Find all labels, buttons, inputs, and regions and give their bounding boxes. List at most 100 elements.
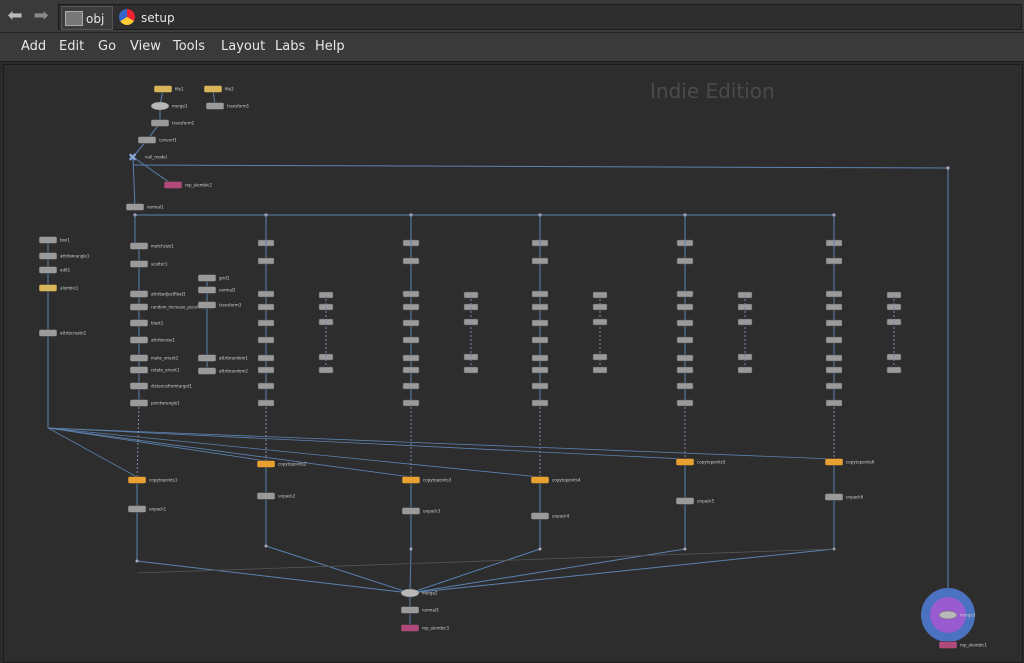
branch-node[interactable] (257, 303, 275, 311)
node-scatter1[interactable] (129, 260, 149, 268)
node-normal2[interactable] (197, 286, 217, 294)
node-attribwrangle1[interactable] (38, 252, 58, 260)
node-attribadjustfloat1[interactable] (129, 290, 149, 298)
node-copytopoints4[interactable] (530, 476, 550, 484)
node-distancefromtarget1[interactable] (129, 382, 149, 390)
branch-node[interactable] (676, 290, 694, 298)
node-copytopoints5[interactable] (675, 458, 695, 466)
branch-node[interactable] (825, 319, 843, 327)
node-box1[interactable] (38, 236, 58, 244)
branch-node[interactable] (531, 257, 549, 265)
node-unpack6[interactable] (824, 493, 844, 501)
node-merge1[interactable] (150, 101, 170, 111)
branch-node[interactable] (257, 290, 275, 298)
node-make_orient1[interactable] (129, 354, 149, 362)
branch-node[interactable] (402, 399, 420, 407)
node-random_increase_pscale1[interactable] (129, 303, 149, 311)
node-normal1[interactable] (125, 203, 145, 211)
branch-node[interactable] (825, 366, 843, 374)
forward-icon[interactable]: ➡ (30, 6, 52, 26)
branch-node[interactable] (402, 354, 420, 362)
branch-node[interactable] (257, 336, 275, 344)
node-unpack4[interactable] (530, 512, 550, 520)
branch-node[interactable] (402, 257, 420, 265)
branch-node[interactable] (531, 303, 549, 311)
node-rotate_orient1[interactable] (129, 366, 149, 374)
breadcrumb-setup[interactable]: setup (117, 6, 187, 28)
node-unpack2[interactable] (256, 492, 276, 500)
branch-node[interactable] (676, 336, 694, 344)
branch-node[interactable] (676, 303, 694, 311)
branch-node[interactable] (825, 399, 843, 407)
branch-node[interactable] (531, 366, 549, 374)
node-copytopoints6[interactable] (824, 458, 844, 466)
node-transform3[interactable] (197, 301, 217, 309)
node-matchsize1[interactable] (129, 242, 149, 250)
back-icon[interactable]: ⬅ (4, 6, 26, 26)
node-transform1[interactable] (205, 102, 225, 110)
branch-node[interactable] (676, 319, 694, 327)
branch-node[interactable] (825, 290, 843, 298)
menu-layout[interactable]: Layout (221, 39, 265, 54)
branch-node[interactable] (257, 257, 275, 265)
node-file1[interactable] (153, 85, 173, 93)
node-normal3[interactable] (400, 606, 420, 614)
branch-node[interactable] (402, 319, 420, 327)
branch-node[interactable] (257, 382, 275, 390)
node-alembic1[interactable] (38, 284, 58, 292)
menu-go[interactable]: Go (98, 39, 116, 54)
branch-node[interactable] (257, 319, 275, 327)
menu-tools[interactable]: Tools (173, 39, 205, 54)
branch-node[interactable] (531, 336, 549, 344)
node-attribnoise1[interactable] (129, 336, 149, 344)
branch-node[interactable] (402, 336, 420, 344)
node-pointwrangle1[interactable] (129, 399, 149, 407)
breadcrumb-obj[interactable]: obj (61, 6, 113, 30)
node-rop_alembic3[interactable] (400, 624, 420, 632)
branch-node[interactable] (676, 382, 694, 390)
branch-node[interactable] (531, 382, 549, 390)
node-null_model[interactable]: ✖ (128, 151, 137, 164)
branch-node[interactable] (531, 290, 549, 298)
node-file2[interactable] (203, 85, 223, 93)
node-copytopoints2[interactable] (256, 460, 276, 468)
branch-node[interactable] (676, 399, 694, 407)
node-attribrandom1[interactable] (197, 354, 217, 362)
branch-node[interactable] (402, 382, 420, 390)
node-unpack5[interactable] (675, 497, 695, 505)
branch-node[interactable] (257, 399, 275, 407)
node-attribcreate1[interactable] (38, 329, 58, 337)
branch-node[interactable] (825, 336, 843, 344)
branch-node[interactable] (531, 354, 549, 362)
node-edit1[interactable] (38, 266, 58, 274)
menu-add[interactable]: Add (21, 39, 46, 54)
node-merge3[interactable] (938, 610, 958, 620)
branch-node[interactable] (531, 319, 549, 327)
node-blast1[interactable] (129, 319, 149, 327)
branch-node[interactable] (531, 399, 549, 407)
node-transform2[interactable] (150, 119, 170, 127)
branch-node[interactable] (825, 257, 843, 265)
node-grid1[interactable] (197, 274, 217, 282)
branch-node[interactable] (825, 303, 843, 311)
branch-node[interactable] (257, 354, 275, 362)
branch-node[interactable] (402, 303, 420, 311)
branch-node[interactable] (676, 257, 694, 265)
branch-node[interactable] (825, 382, 843, 390)
node-rop_alembic2[interactable] (163, 181, 183, 189)
node-unpack3[interactable] (401, 507, 421, 515)
node-convert1[interactable] (137, 136, 157, 144)
branch-node[interactable] (257, 366, 275, 374)
branch-node[interactable] (402, 366, 420, 374)
node-rop_alembic1[interactable] (938, 641, 958, 649)
node-unpack1[interactable] (127, 505, 147, 513)
node-merge2[interactable] (400, 588, 420, 598)
node-copytopoints1[interactable] (127, 476, 147, 484)
node-attribrandom2[interactable] (197, 367, 217, 375)
menu-edit[interactable]: Edit (59, 39, 84, 54)
node-graph[interactable]: file1 file2 merge1 transform1 transform2 conv… (4, 65, 1022, 662)
network-editor[interactable]: Indie Edition file1 file2 merge1 transform1… (3, 64, 1023, 663)
branch-node[interactable] (402, 290, 420, 298)
menu-help[interactable]: Help (315, 39, 345, 54)
branch-node[interactable] (676, 366, 694, 374)
